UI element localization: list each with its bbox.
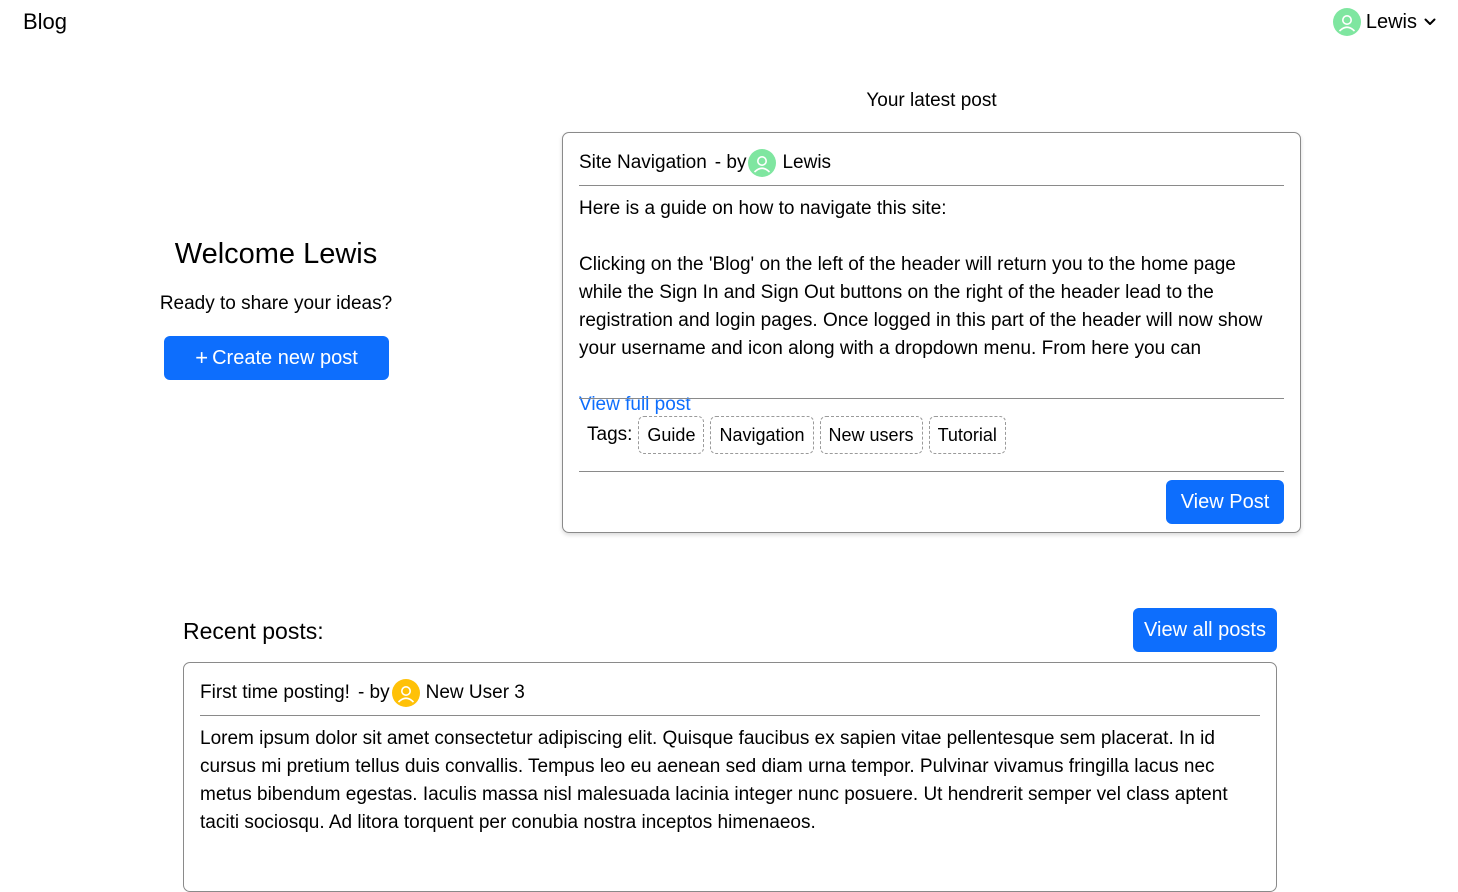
view-post-button[interactable]: View Post	[1166, 480, 1284, 524]
tag-guide[interactable]: Guide	[638, 416, 705, 454]
divider	[579, 185, 1284, 186]
view-all-posts-button[interactable]: View all posts	[1133, 608, 1277, 652]
create-new-post-button[interactable]: + Create new post	[164, 336, 389, 380]
post-header: Site Navigation - by Lewis	[579, 149, 831, 177]
latest-post-card: Site Navigation - by Lewis Here is a gui…	[562, 132, 1301, 533]
post-author[interactable]: Lewis	[782, 152, 831, 174]
divider	[200, 715, 1260, 716]
tag-tutorial[interactable]: Tutorial	[928, 416, 1006, 454]
post-author[interactable]: New User 3	[426, 682, 525, 704]
tag-new-users[interactable]: New users	[819, 416, 923, 454]
post-title: Site Navigation	[579, 152, 707, 173]
author-avatar-icon	[748, 149, 777, 177]
latest-post-heading: Your latest post	[866, 90, 997, 111]
user-avatar-icon	[1332, 8, 1361, 36]
site-header: Blog Lewis	[0, 0, 1458, 46]
welcome-section: Welcome Lewis Ready to share your ideas?	[126, 238, 426, 315]
author-avatar-icon	[391, 679, 420, 707]
plus-icon: +	[195, 345, 209, 370]
view-full-post-row: View full post	[579, 363, 1284, 419]
tags-row: Tags: Guide Navigation New users Tutoria…	[587, 416, 1012, 454]
tags-label: Tags:	[587, 424, 633, 445]
tag-navigation[interactable]: Navigation	[710, 416, 814, 454]
brand-link[interactable]: Blog	[23, 9, 67, 35]
post-by-label: - by	[357, 682, 390, 703]
recent-posts-title: Recent posts:	[183, 618, 324, 644]
user-menu-toggle[interactable]: Lewis	[1332, 8, 1436, 36]
post-header: First time posting! - by New User 3	[200, 679, 525, 707]
post-by-label: - by	[714, 152, 747, 173]
welcome-subtitle: Ready to share your ideas?	[159, 293, 393, 314]
header-user-name: Lewis	[1365, 10, 1417, 33]
recent-post-card: First time posting! - by New User 3 Lore…	[183, 662, 1277, 892]
post-body: Here is a guide on how to navigate this …	[579, 198, 1263, 359]
welcome-title: Welcome Lewis	[174, 238, 378, 270]
post-body: Lorem ipsum dolor sit amet consectetur a…	[200, 728, 1228, 833]
create-new-post-label: Create new post	[212, 346, 358, 369]
divider	[579, 398, 1284, 399]
post-title: First time posting!	[200, 682, 350, 703]
divider	[579, 471, 1284, 472]
chevron-down-icon	[1424, 18, 1436, 25]
